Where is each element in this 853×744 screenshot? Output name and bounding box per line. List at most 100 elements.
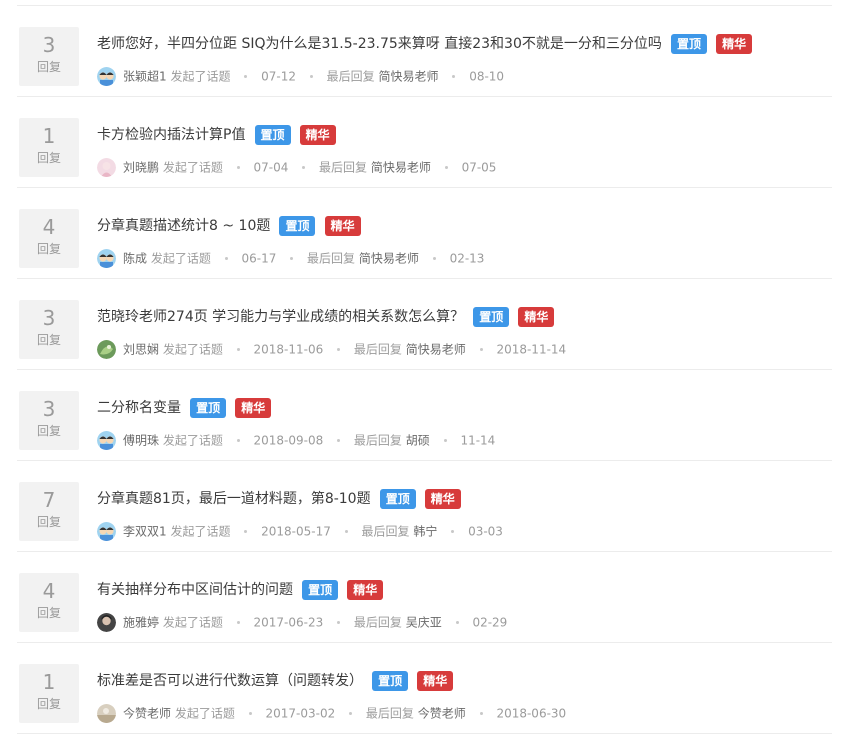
sticky-badge: 置顶 bbox=[379, 489, 416, 509]
topic-row: 3 回复 老师您好，半四分位距 SIQ为什么是31.5-23.75来算呀 直接2… bbox=[17, 6, 832, 97]
start-date: 07-12 bbox=[261, 69, 297, 84]
author-link[interactable]: 张颖超1 bbox=[123, 70, 167, 84]
reply-count-label: 回复 bbox=[36, 697, 61, 711]
start-date: 2018-05-17 bbox=[261, 524, 331, 539]
last-replier-link[interactable]: 韩宁 bbox=[413, 525, 437, 539]
last-replier-link[interactable]: 简快易老师 bbox=[371, 161, 431, 175]
avatar[interactable] bbox=[97, 158, 116, 177]
reply-count-box[interactable]: 3 回复 bbox=[19, 391, 79, 450]
separator-dot bbox=[344, 530, 348, 533]
reply-count-box[interactable]: 4 回复 bbox=[19, 573, 79, 632]
last-reply-label: 最后回复 bbox=[319, 160, 368, 175]
separator-dot bbox=[479, 348, 483, 351]
topic-title-link[interactable]: 二分称名变量 bbox=[97, 400, 181, 416]
essence-badge: 精华 bbox=[518, 307, 555, 327]
topic-title-link[interactable]: 卡方检验内插法计算P值 bbox=[97, 127, 245, 143]
author-link[interactable]: 刘思娴 bbox=[123, 343, 159, 357]
separator-dot bbox=[248, 712, 252, 715]
essence-badge: 精华 bbox=[347, 580, 384, 600]
reply-count-box[interactable]: 3 回复 bbox=[19, 300, 79, 359]
last-reply-date: 02-29 bbox=[472, 615, 508, 630]
last-reply-date: 08-10 bbox=[469, 69, 505, 84]
last-replier-link[interactable]: 简快易老师 bbox=[406, 343, 466, 357]
separator-dot bbox=[444, 166, 448, 169]
topic-title-link[interactable]: 范晓玲老师274页 学习能力与学业成绩的相关系数怎么算？ bbox=[97, 309, 464, 325]
essence-badge: 精华 bbox=[299, 125, 336, 145]
reply-count-label: 回复 bbox=[36, 151, 61, 165]
author-link[interactable]: 施雅婷 bbox=[123, 616, 159, 630]
separator-dot bbox=[309, 75, 313, 78]
author-link[interactable]: 陈成 bbox=[123, 252, 147, 266]
avatar[interactable] bbox=[97, 67, 116, 86]
avatar[interactable] bbox=[97, 522, 116, 541]
start-date: 06-17 bbox=[241, 251, 277, 266]
topic-row: 4 回复 分章真题描述统计8 ~ 10题 置顶 精华 陈成 发起了话题 06-1… bbox=[17, 188, 832, 279]
avatar[interactable] bbox=[97, 249, 116, 268]
sticky-badge: 置顶 bbox=[670, 34, 707, 54]
topic-row: 4 回复 有关抽样分布中区间估计的问题 置顶 精华 施雅婷 发起了话题 2017… bbox=[17, 552, 832, 643]
topic-title-line: 标准差是否可以进行代数运算（问题转发） 置顶 精华 bbox=[97, 670, 454, 692]
separator-dot bbox=[452, 75, 456, 78]
topic-title-line: 老师您好，半四分位距 SIQ为什么是31.5-23.75来算呀 直接23和30不… bbox=[97, 33, 753, 55]
reply-count-label: 回复 bbox=[36, 515, 61, 529]
start-date: 2017-06-23 bbox=[253, 615, 324, 630]
separator-dot bbox=[290, 257, 294, 260]
reply-count-box[interactable]: 1 回复 bbox=[19, 664, 79, 723]
separator-dot bbox=[432, 257, 436, 260]
start-date: 07-04 bbox=[253, 160, 289, 175]
reply-count-label: 回复 bbox=[36, 606, 61, 620]
topic-title-link[interactable]: 分章真题描述统计8 ~ 10题 bbox=[97, 218, 270, 234]
start-date: 2018-09-08 bbox=[253, 433, 324, 448]
topic-title-link[interactable]: 标准差是否可以进行代数运算（问题转发） bbox=[97, 673, 363, 689]
topic-meta: 施雅婷 发起了话题 2017-06-23 最后回复 吴庆亚 02-29 bbox=[97, 612, 507, 632]
reply-count-box[interactable]: 1 回复 bbox=[19, 118, 79, 177]
author-link[interactable]: 傅明珠 bbox=[123, 434, 159, 448]
last-replier-link[interactable]: 吴庆亚 bbox=[406, 616, 442, 630]
separator-dot bbox=[479, 712, 483, 715]
author-link[interactable]: 今赞老师 bbox=[123, 707, 171, 721]
started-label: 发起了话题 bbox=[162, 433, 223, 448]
reply-count: 3 bbox=[42, 33, 56, 57]
topic-title-link[interactable]: 分章真题81页，最后一道材料题，第8-10题 bbox=[97, 491, 371, 507]
last-reply-label: 最后回复 bbox=[326, 69, 375, 84]
last-reply-label: 最后回复 bbox=[365, 706, 414, 721]
avatar[interactable] bbox=[97, 431, 116, 450]
last-replier-link[interactable]: 胡硕 bbox=[406, 434, 430, 448]
last-replier-link[interactable]: 今赞老师 bbox=[418, 707, 466, 721]
separator-dot bbox=[337, 621, 341, 624]
last-replier-link[interactable]: 简快易老师 bbox=[359, 252, 419, 266]
topic-title-link[interactable]: 老师您好，半四分位距 SIQ为什么是31.5-23.75来算呀 直接23和30不… bbox=[97, 36, 662, 52]
last-reply-date: 02-13 bbox=[449, 251, 485, 266]
reply-count-box[interactable]: 7 回复 bbox=[19, 482, 79, 541]
last-reply-date: 2018-11-14 bbox=[496, 342, 567, 357]
reply-count-box[interactable]: 3 回复 bbox=[19, 27, 79, 86]
sticky-badge: 置顶 bbox=[190, 398, 227, 418]
last-reply-date: 2018-06-30 bbox=[496, 706, 567, 721]
author-link[interactable]: 李双双1 bbox=[123, 525, 167, 539]
avatar[interactable] bbox=[97, 340, 116, 359]
topic-meta: 今赞老师 发起了话题 2017-03-02 最后回复 今赞老师 2018-06-… bbox=[97, 703, 566, 723]
reply-count-label: 回复 bbox=[36, 424, 61, 438]
separator-dot bbox=[244, 75, 248, 78]
essence-badge: 精华 bbox=[235, 398, 272, 418]
reply-count: 3 bbox=[42, 306, 56, 330]
separator-dot bbox=[236, 621, 240, 624]
sticky-badge: 置顶 bbox=[473, 307, 510, 327]
started-label: 发起了话题 bbox=[162, 342, 223, 357]
topic-meta: 刘思娴 发起了话题 2018-11-06 最后回复 简快易老师 2018-11-… bbox=[97, 339, 566, 359]
essence-badge: 精华 bbox=[716, 34, 753, 54]
essence-badge: 精华 bbox=[324, 216, 361, 236]
reply-count: 4 bbox=[42, 579, 56, 603]
avatar[interactable] bbox=[97, 704, 116, 723]
topic-row: 3 回复 二分称名变量 置顶 精华 傅明珠 发起了话题 2018-09-08 最… bbox=[17, 370, 832, 461]
avatar[interactable] bbox=[97, 613, 116, 632]
reply-count-label: 回复 bbox=[36, 60, 61, 74]
topic-title-link[interactable]: 有关抽样分布中区间估计的问题 bbox=[97, 582, 293, 598]
sticky-badge: 置顶 bbox=[372, 671, 409, 691]
separator-dot bbox=[236, 348, 240, 351]
separator-dot bbox=[236, 166, 240, 169]
separator-dot bbox=[349, 712, 353, 715]
last-replier-link[interactable]: 简快易老师 bbox=[379, 70, 439, 84]
reply-count-box[interactable]: 4 回复 bbox=[19, 209, 79, 268]
author-link[interactable]: 刘晓鹏 bbox=[123, 161, 159, 175]
